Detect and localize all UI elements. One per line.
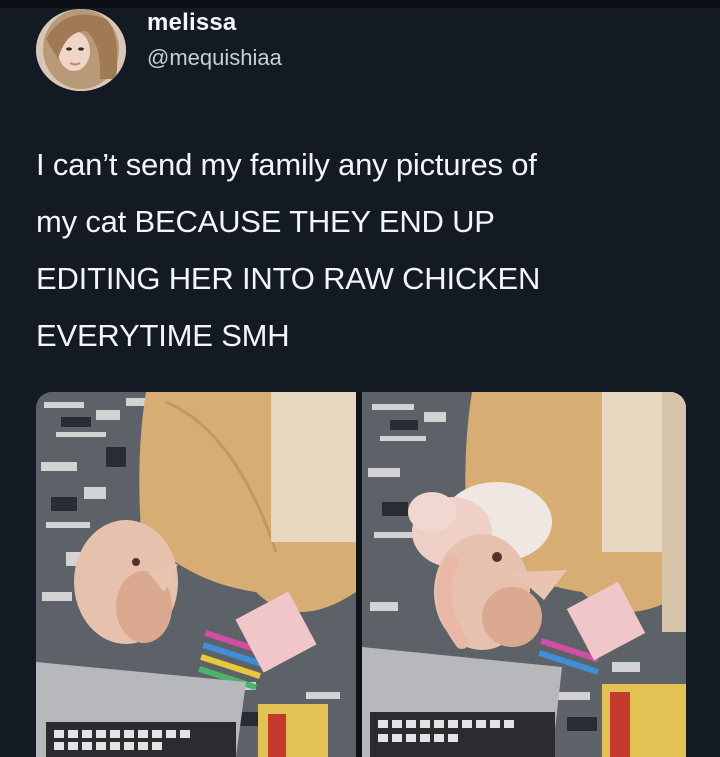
tweet-text: I can’t send my family any pictures of m… (36, 136, 676, 364)
avatar[interactable] (36, 9, 126, 91)
profile-photo-icon (36, 9, 126, 91)
photo-left[interactable] (36, 392, 356, 757)
top-bar (0, 0, 720, 8)
cat-edited-as-raw-chicken-photo-icon (362, 392, 686, 757)
photo-right[interactable] (362, 392, 686, 757)
tweet-text-line: EDITING HER INTO RAW CHICKEN (36, 261, 541, 296)
tweet-media[interactable] (36, 392, 686, 757)
tweet-text-line: my cat BECAUSE THEY END UP (36, 204, 495, 239)
user-handle[interactable]: @mequishiaa (147, 45, 282, 71)
display-name[interactable]: melissa (147, 9, 236, 37)
tweet-text-line: I can’t send my family any pictures of (36, 147, 537, 182)
tweet-text-line: EVERYTIME SMH (36, 318, 290, 353)
hairless-cat-photo-icon (36, 392, 356, 757)
